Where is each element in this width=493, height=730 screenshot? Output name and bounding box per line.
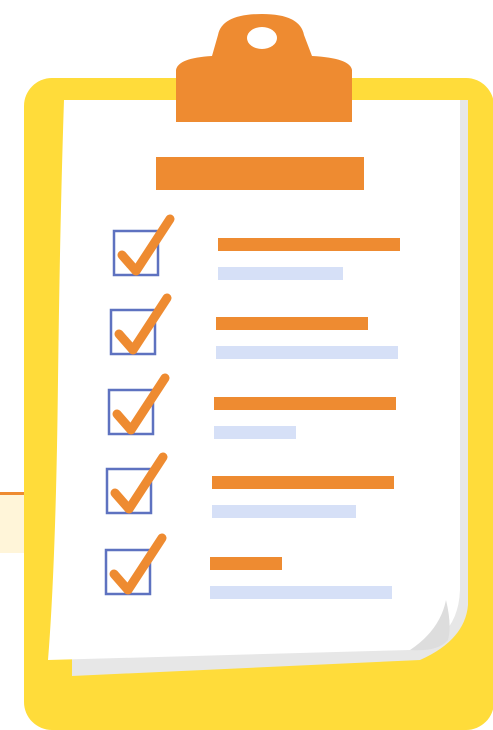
- secondary-line: [210, 586, 392, 599]
- primary-line: [210, 557, 282, 570]
- secondary-line: [216, 346, 398, 359]
- clipboard-svg: [0, 14, 493, 730]
- primary-line: [212, 476, 394, 489]
- clip-hole: [247, 27, 277, 49]
- clipboard-illustration: [0, 0, 493, 730]
- secondary-line: [218, 267, 343, 280]
- clip: [176, 14, 352, 122]
- secondary-line: [214, 426, 296, 439]
- primary-line: [214, 397, 396, 410]
- primary-line: [216, 317, 368, 330]
- primary-line: [218, 238, 400, 251]
- title-bar: [156, 157, 364, 190]
- secondary-line: [212, 505, 356, 518]
